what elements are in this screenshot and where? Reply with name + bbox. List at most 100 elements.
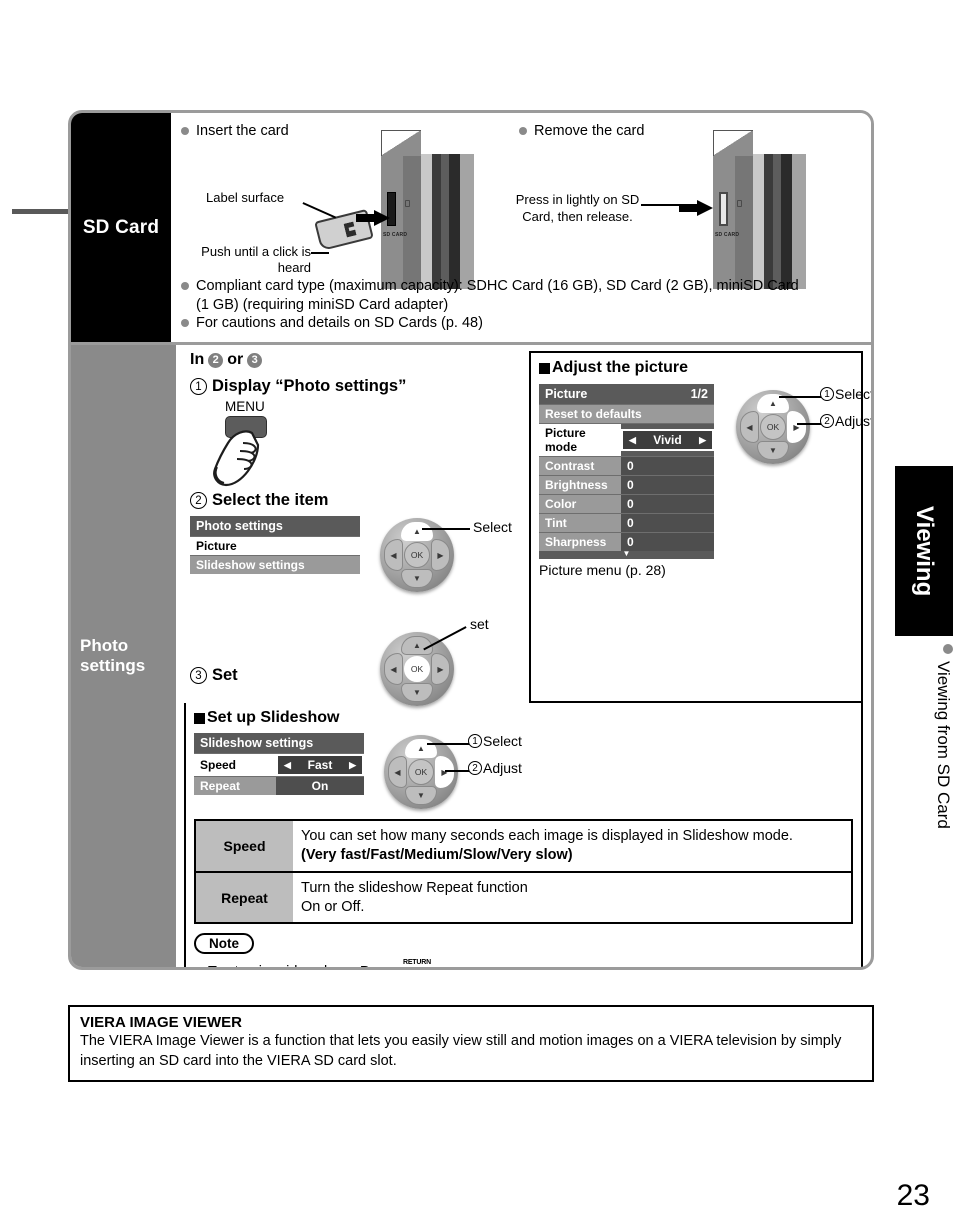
select-label: Select	[483, 733, 522, 749]
picture-osd-row-contrast[interactable]: Contrast 0	[539, 456, 714, 475]
speed-desc-line1: You can set how many seconds each image …	[301, 828, 793, 844]
dpad-adjust[interactable]: ▲ ▼ ◀ ▶ OK	[736, 390, 810, 464]
bullet-dot-icon	[519, 127, 527, 135]
step-1-number: 1	[190, 378, 207, 395]
row-value-stepper[interactable]: ◀ Vivid ▶	[621, 429, 714, 451]
slideshow-adjust-callout: 2 Adjust	[468, 760, 522, 776]
slideshow-osd-header: Slideshow settings	[194, 733, 364, 753]
sd-card-section-label: SD Card	[71, 113, 171, 342]
row-label: Contrast	[539, 457, 621, 475]
row-value: 0	[621, 457, 714, 475]
tv-layer-5	[792, 154, 806, 289]
adjust-select-leader	[779, 396, 821, 398]
dpad-left-icon[interactable]: ◀	[384, 539, 403, 571]
row-value-stepper[interactable]: ◀ Fast ▶	[276, 754, 364, 776]
adjust-adjust-callout: 2 Adjust	[820, 413, 871, 429]
sd-slot-label: SD CARD	[383, 232, 408, 238]
row-label: Brightness	[539, 476, 621, 494]
square-bullet-icon	[194, 712, 205, 724]
dpad-ok-button[interactable]: OK	[408, 759, 434, 785]
dpad-ok-button[interactable]: OK	[760, 414, 786, 440]
row-value: 0	[621, 476, 714, 494]
tv-layer-2	[764, 154, 773, 289]
dpad-left-icon[interactable]: ◀	[740, 411, 759, 443]
picture-osd-row-brightness[interactable]: Brightness 0	[539, 475, 714, 494]
right-arrow-icon[interactable]: ▶	[349, 760, 356, 771]
slideshow-osd-row-repeat[interactable]: Repeat On	[194, 776, 364, 795]
select-label: Select	[835, 386, 874, 402]
right-arrow-icon[interactable]: ▶	[699, 435, 706, 446]
sd-slot-led	[405, 200, 410, 207]
in-or: or	[227, 351, 244, 368]
slideshow-description-table: Speed You can set how many seconds each …	[194, 819, 853, 925]
sd-note-2: For cautions and details on SD Cards (p.…	[196, 314, 483, 331]
table-value-speed: You can set how many seconds each image …	[293, 821, 851, 871]
picture-osd-reset-row[interactable]: Reset to defaults	[539, 404, 714, 423]
osd-item-picture[interactable]: Picture	[190, 536, 360, 555]
table-key-repeat: Repeat	[196, 872, 293, 923]
sd-slot-led	[737, 200, 742, 207]
dpad-left-icon[interactable]: ◀	[388, 756, 407, 788]
scroll-down-caret-icon[interactable]: ▼	[539, 550, 714, 558]
left-arrow-icon[interactable]: ◀	[284, 760, 291, 771]
step-2-number: 2	[190, 492, 207, 509]
photo-settings-section: Photo settings In 2 or 3 1 Display “Phot…	[71, 342, 871, 967]
label-surface-callout: Label surface	[206, 190, 285, 205]
select-number-badge: 1	[468, 734, 482, 748]
row-value: 0	[621, 495, 714, 513]
sd-card-notes: Compliant card type (maximum capacity): …	[181, 277, 863, 334]
picture-osd-row-color[interactable]: Color 0	[539, 494, 714, 513]
left-arrow-icon[interactable]: ◀	[629, 435, 636, 446]
pointing-hand-icon	[213, 430, 260, 487]
insert-card-title: Insert the card	[196, 123, 289, 139]
osd-header-title: Photo settings	[196, 519, 283, 533]
dpad-set-ok[interactable]: ▲ ▼ ◀ ▶ OK	[380, 632, 454, 706]
row-label: Tint	[539, 514, 621, 532]
row-value: 0	[621, 533, 714, 551]
bullet-dot-icon	[194, 968, 202, 970]
picture-osd-row-tint[interactable]: Tint 0	[539, 513, 714, 532]
repeat-desc-line2: On or Off.	[301, 898, 365, 915]
dpad-left-icon[interactable]: ◀	[384, 653, 403, 685]
slideshow-select-leader	[427, 743, 469, 745]
bullet-dot-icon	[181, 318, 189, 327]
setup-slideshow-panel: Set up Slideshow Slideshow settings Spee…	[184, 703, 863, 970]
adjust-picture-heading: Adjust the picture	[539, 359, 853, 377]
photo-settings-section-label: Photo settings	[71, 345, 176, 967]
note-text: To stop in mid-cycle	[208, 964, 335, 967]
tv-layer-2	[432, 154, 441, 289]
return-button-icon: RETURN ↶	[403, 959, 431, 967]
adjust-adjust-leader	[797, 423, 821, 425]
setup-slideshow-heading-text: Set up Slideshow	[207, 709, 340, 726]
row-value: Fast	[307, 758, 333, 772]
insert-card-column: Insert the card SD CARD Label surface Pu…	[171, 122, 511, 289]
slideshow-osd-menu: Slideshow settings Speed ◀ Fast ▶ Repeat	[194, 733, 364, 795]
insert-arrow-icon	[356, 210, 390, 226]
dpad-slideshow-adjust[interactable]: ▲ ▼ ◀ ▶ OK	[384, 735, 458, 809]
dpad-ok-button[interactable]: OK	[404, 542, 430, 568]
select-number-badge: 1	[820, 387, 834, 401]
tv-layer-3	[773, 154, 781, 289]
slideshow-osd-row-speed[interactable]: Speed ◀ Fast ▶	[194, 753, 364, 776]
press-arrow-icon	[679, 200, 713, 216]
remove-card-column: Remove the card SD CARD Press in lightly…	[511, 122, 871, 289]
row-label: Sharpness	[539, 533, 621, 551]
viera-viewer-body: The VIERA Image Viewer is a function tha…	[80, 1033, 842, 1069]
tv-top-bevel	[713, 130, 753, 156]
adjust-label: Adjust	[483, 760, 522, 776]
tv-layer-5	[460, 154, 474, 289]
step-3-number: 3	[190, 667, 207, 684]
dpad-up-icon[interactable]: ▲	[401, 522, 433, 541]
adjust-select-callout: 1 Select	[820, 386, 874, 402]
push-until-leader	[311, 252, 329, 254]
picture-osd-row-picture-mode[interactable]: Picture mode ◀ Vivid ▶	[539, 423, 714, 456]
step-2-heading: 2 Select the item	[190, 491, 529, 510]
step-3-title: Set	[212, 666, 238, 684]
photo-settings-osd-menu: Photo settings Picture Slideshow setting…	[190, 516, 360, 574]
osd-item-slideshow-settings[interactable]: Slideshow settings	[190, 555, 360, 574]
menu-button-illustration: MENU	[190, 399, 529, 487]
dpad-ok-button[interactable]: OK	[404, 656, 430, 682]
note-block: Note To stop in mid-cycle ➜ Press RETURN…	[194, 933, 853, 970]
dpad-up-icon[interactable]: ▲	[405, 739, 437, 758]
tv-top-bevel	[381, 130, 421, 156]
